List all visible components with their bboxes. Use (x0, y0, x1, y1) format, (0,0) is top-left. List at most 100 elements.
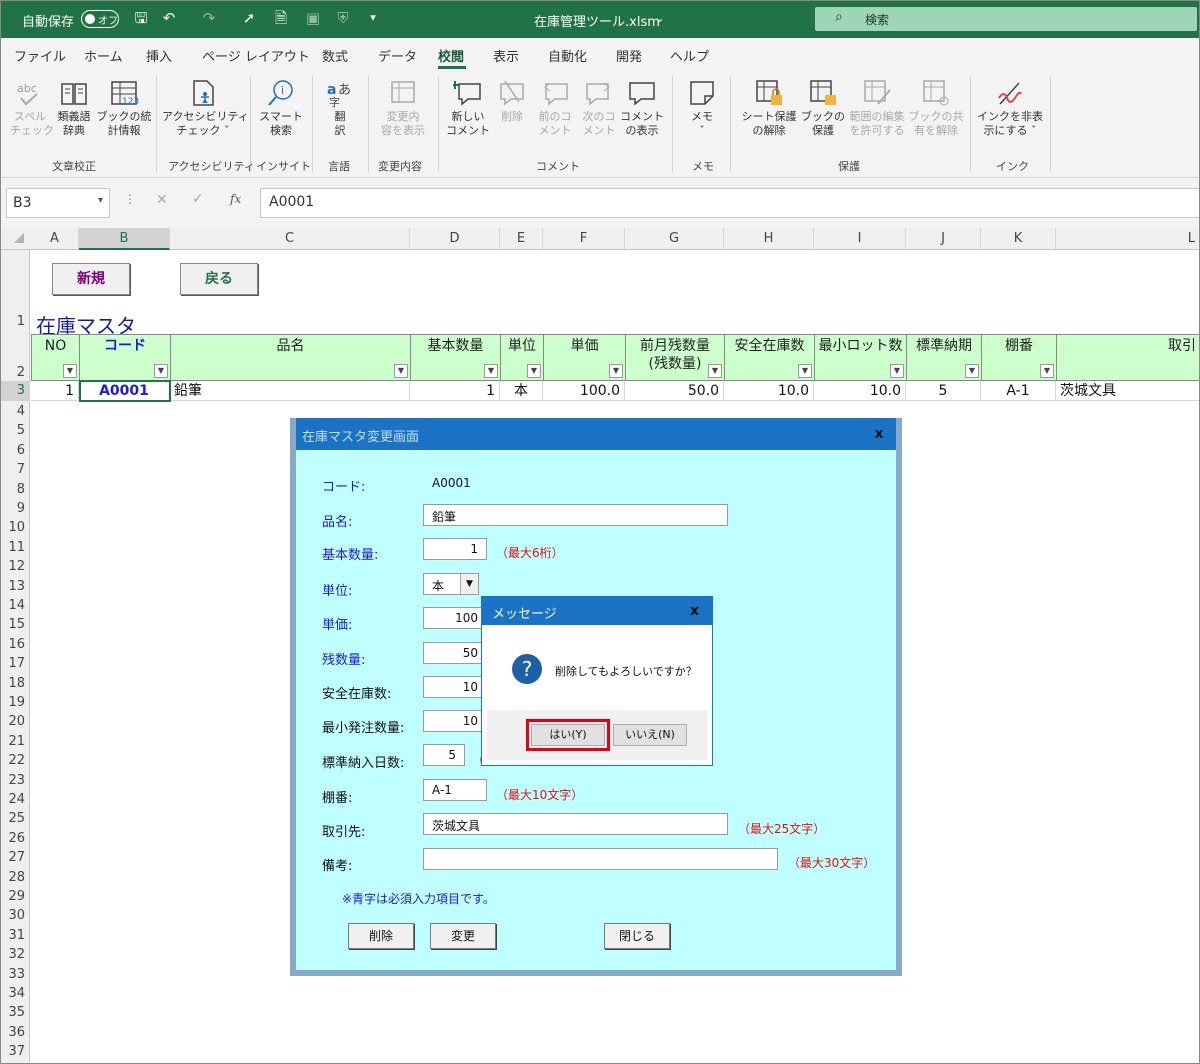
shelf-input[interactable]: A-1 (423, 779, 487, 801)
menu-insert[interactable]: 挿入 (146, 46, 172, 65)
redo-icon[interactable]: ↷ (200, 9, 218, 27)
search-box[interactable]: ⌕ 検索 (815, 7, 1197, 31)
row-header[interactable]: 15 (0, 615, 30, 634)
filter-dropdown-icon[interactable]: ▼ (609, 364, 623, 378)
row-header[interactable]: 35 (0, 1003, 30, 1022)
new-button[interactable]: 新規 (52, 263, 130, 295)
row-header[interactable]: 4 (0, 402, 30, 421)
row-header[interactable]: 29 (0, 887, 30, 906)
dropdown-arrow-icon[interactable]: ▼ (460, 574, 478, 594)
menu-file[interactable]: ファイル (14, 46, 66, 65)
column-header-a[interactable]: A (31, 228, 79, 250)
unprotect-sheet-button[interactable]: シート保護 の解除 (738, 78, 800, 138)
cell-code[interactable]: A0001 (79, 381, 170, 401)
row-header[interactable]: 8 (0, 480, 30, 499)
row-header[interactable]: 32 (0, 945, 30, 964)
row-header[interactable]: 22 (0, 751, 30, 770)
filter-dropdown-icon[interactable]: ▼ (63, 364, 77, 378)
cell-min-lot[interactable]: 10.0 (814, 381, 906, 401)
document-icon[interactable]: 🗎 (272, 9, 290, 27)
row-header[interactable]: 36 (0, 1023, 30, 1042)
row-header[interactable]: 3 (0, 381, 30, 401)
file-name[interactable]: 在庫管理ツール.xlsm (534, 11, 660, 30)
protect-workbook-button[interactable]: ブックの 保護 (800, 78, 846, 138)
undo-icon[interactable]: ↶ (160, 9, 178, 27)
row-header[interactable]: 18 (0, 674, 30, 693)
dialog-close-icon[interactable]: x (677, 597, 712, 625)
back-button[interactable]: 戻る (180, 263, 258, 295)
column-header-d[interactable]: D (410, 228, 500, 250)
previous-comment-button[interactable]: 前のコ メント (534, 78, 576, 138)
filter-dropdown-icon[interactable]: ▼ (1040, 364, 1054, 378)
delete-button[interactable]: 削除 (348, 923, 414, 949)
filter-dropdown-icon[interactable]: ▼ (798, 364, 812, 378)
row-header[interactable]: 20 (0, 712, 30, 731)
row-header[interactable]: 37 (0, 1042, 30, 1061)
enter-icon[interactable]: ✓ (192, 191, 204, 207)
accessibility-check-button[interactable]: アクセシビリティ チェック ˇ (162, 78, 249, 138)
remaining-qty-input[interactable]: 50 (423, 642, 487, 664)
filter-dropdown-icon[interactable]: ▼ (890, 364, 904, 378)
filter-dropdown-icon[interactable]: ▼ (154, 364, 168, 378)
row-header[interactable]: 27 (0, 848, 30, 867)
cell-supplier[interactable]: 茨城文具 (1056, 381, 1200, 401)
cell-no[interactable]: 1 (31, 381, 79, 401)
menu-formulas[interactable]: 数式 (322, 46, 348, 65)
row-header[interactable]: 33 (0, 965, 30, 984)
workbook-stats-button[interactable]: 123 ブックの統 計情報 (96, 78, 152, 138)
row-header[interactable]: 6 (0, 441, 30, 460)
row-header[interactable]: 14 (0, 596, 30, 615)
menu-data[interactable]: データ (378, 46, 417, 65)
filter-dropdown-icon[interactable]: ▼ (708, 364, 722, 378)
allow-edit-ranges-button[interactable]: 範囲の編集 を許可する (846, 78, 908, 138)
cell-price[interactable]: 100.0 (543, 381, 625, 401)
filter-dropdown-icon[interactable]: ▼ (394, 364, 408, 378)
row-header[interactable]: 23 (0, 771, 30, 790)
column-header-l[interactable]: L (1056, 228, 1200, 250)
menu-view[interactable]: 表示 (493, 46, 519, 65)
menu-review[interactable]: 校閲 (438, 46, 464, 65)
no-button[interactable]: いいえ(N) (613, 724, 687, 746)
memo-input[interactable] (423, 848, 778, 870)
column-header-k[interactable]: K (981, 228, 1056, 250)
lock-icon[interactable]: ⛨ (334, 9, 352, 27)
name-box[interactable]: B3 ▾ (6, 188, 110, 218)
table-icon[interactable]: ▣ (304, 9, 322, 27)
insert-function-icon[interactable]: fx (230, 192, 241, 206)
show-comments-button[interactable]: コメント の表示 (620, 78, 664, 138)
formula-input[interactable]: A0001 (260, 188, 1200, 218)
menu-automate[interactable]: 自動化 (548, 46, 587, 65)
autosave-toggle[interactable]: オフ (81, 10, 119, 28)
row-header[interactable]: 16 (0, 635, 30, 654)
column-header-j[interactable]: J (906, 228, 981, 250)
column-header-g[interactable]: G (625, 228, 724, 250)
cell-unit[interactable]: 本 (500, 381, 543, 401)
row-header[interactable]: 13 (0, 577, 30, 596)
unshare-workbook-button[interactable]: ブックの共 有を解除 (908, 78, 964, 138)
row-header[interactable]: 12 (0, 557, 30, 576)
menu-page-layout[interactable]: ページ レイアウト (202, 46, 310, 65)
menu-developer[interactable]: 開発 (616, 46, 642, 65)
row-header[interactable]: 7 (0, 460, 30, 479)
show-changes-button[interactable]: 変更内 容を表示 (374, 78, 432, 138)
price-input[interactable]: 100 (423, 607, 487, 629)
filter-dropdown-icon[interactable]: ▼ (965, 364, 979, 378)
cell-base-qty[interactable]: 1 (410, 381, 500, 401)
customize-qat-icon[interactable]: ▾ (364, 9, 382, 27)
smart-lookup-button[interactable]: i スマート 検索 (256, 78, 306, 138)
cell-safety-stock[interactable]: 10.0 (724, 381, 814, 401)
close-form-button[interactable]: 閉じる (604, 923, 670, 949)
row-header[interactable]: 5 (0, 421, 30, 440)
new-comment-button[interactable]: 新しい コメント (442, 78, 494, 138)
min-order-input[interactable]: 10 (423, 710, 487, 732)
column-header-f[interactable]: F (543, 228, 625, 250)
select-all-icon[interactable] (14, 233, 24, 243)
cell-lead-time[interactable]: 5 (906, 381, 981, 401)
column-header-b[interactable]: B (79, 228, 170, 250)
column-header-e[interactable]: E (500, 228, 543, 250)
row-header[interactable]: 24 (0, 790, 30, 809)
row-header[interactable]: 2 (0, 363, 30, 383)
filter-dropdown-icon[interactable]: ▼ (484, 364, 498, 378)
row-header[interactable]: 17 (0, 654, 30, 673)
select-pointer-icon[interactable]: ➚ (240, 9, 258, 27)
